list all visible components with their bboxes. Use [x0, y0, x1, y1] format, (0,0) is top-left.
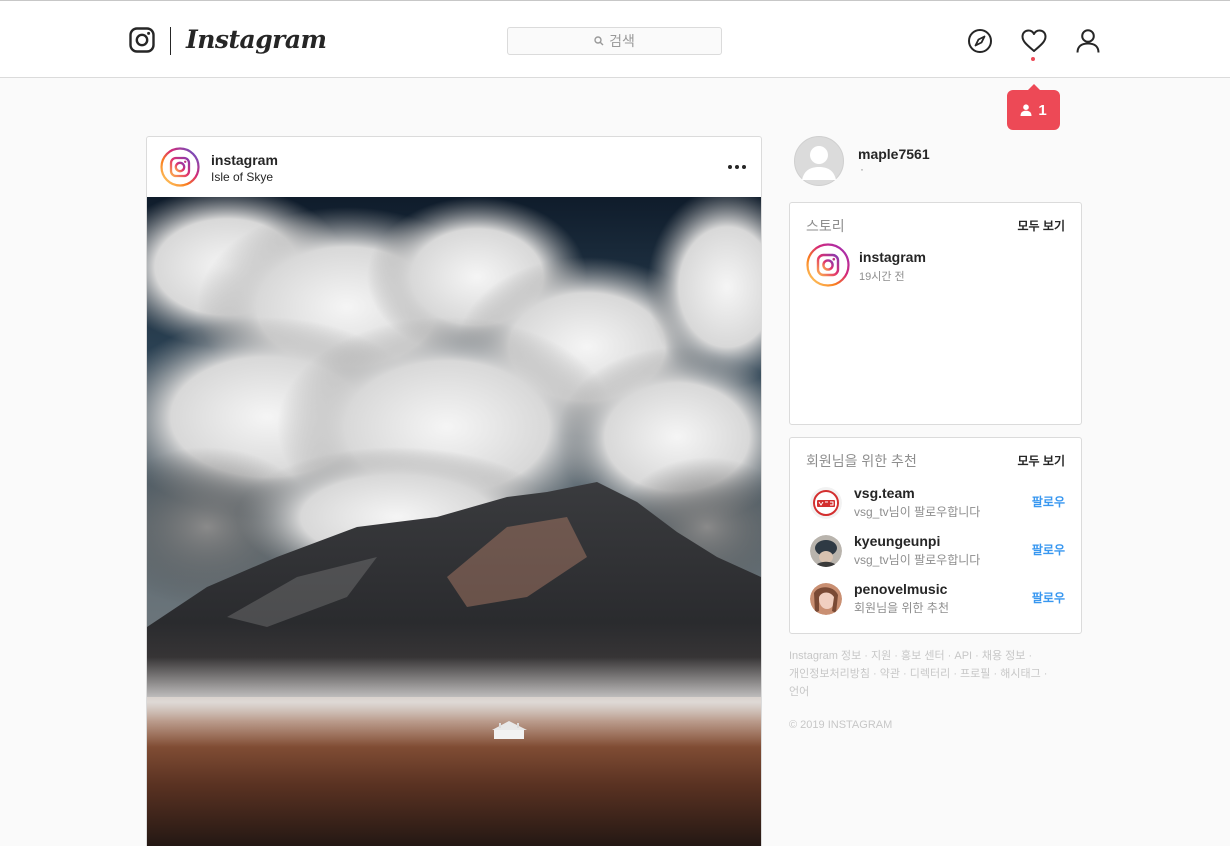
copyright: © 2019 INSTAGRAM	[789, 719, 893, 731]
suggestion-username[interactable]: kyeungeunpi	[854, 533, 940, 549]
person-icon	[1020, 104, 1032, 116]
footer-link[interactable]: 프로필	[960, 668, 990, 680]
story-username: instagram	[859, 249, 926, 265]
story-item[interactable]: instagram 19시간 전	[806, 243, 1066, 287]
stories-card: 스토리 모두 보기 instagram 19시간 전	[789, 202, 1082, 425]
stories-title: 스토리	[806, 218, 845, 234]
stories-see-all-button[interactable]: 모두 보기	[1018, 217, 1066, 234]
suggestion-reason: 회원님을 위한 추천	[854, 601, 949, 615]
footer-link[interactable]: Instagram 정보	[789, 650, 861, 662]
footer-link[interactable]: API	[954, 650, 972, 662]
post-location[interactable]: Isle of Skye	[211, 170, 273, 184]
my-profile-avatar[interactable]	[794, 136, 844, 186]
footer-links: Instagram 정보 · 지원 · 홍보 센터 · API · 채용 정보 …	[789, 650, 1048, 698]
suggestion-username[interactable]: vsg.team	[854, 485, 915, 501]
logo-divider	[170, 27, 171, 55]
follow-button[interactable]: 팔로우	[1032, 541, 1065, 558]
suggestion-reason: vsg_tv님이 팔로우합니다	[854, 505, 981, 519]
suggestion-username[interactable]: penovelmusic	[854, 581, 947, 597]
more-options-button[interactable]	[725, 159, 749, 175]
dot	[742, 165, 746, 169]
follow-button[interactable]: 팔로우	[1032, 589, 1065, 606]
story-avatar[interactable]	[806, 243, 850, 287]
footer-link[interactable]: 개인정보처리방침	[789, 668, 870, 680]
explore-compass-icon[interactable]	[967, 28, 993, 54]
profile-user-icon[interactable]	[1075, 28, 1101, 54]
footer-link[interactable]: 약관	[880, 668, 900, 680]
top-nav: Instagram 검색	[0, 0, 1230, 78]
suggestions-card: 회원님을 위한 추천 모두 보기 vsg.team vsg_tv님이 팔로우합니…	[789, 437, 1082, 634]
footer-link[interactable]: 지원	[871, 650, 891, 662]
instagram-camera-icon[interactable]	[129, 27, 155, 53]
suggestion-reason: vsg_tv님이 팔로우합니다	[854, 553, 981, 567]
footer-link[interactable]: 채용 정보	[982, 650, 1026, 662]
post-photo-mountain-clouds[interactable]	[147, 197, 761, 846]
dot	[728, 165, 732, 169]
instagram-wordmark[interactable]: Instagram	[186, 25, 327, 54]
footer-link[interactable]: 해시태그	[1000, 668, 1040, 680]
my-subtitle: ·	[860, 162, 864, 176]
penovelmusic-avatar[interactable]	[810, 583, 842, 615]
kyeungeunpi-avatar[interactable]	[810, 535, 842, 567]
search-input[interactable]: 검색	[507, 27, 722, 55]
notification-dot	[1031, 57, 1035, 61]
post-header: instagram Isle of Skye	[147, 137, 761, 197]
follow-button[interactable]: 팔로우	[1032, 493, 1065, 510]
post-author-username[interactable]: instagram	[211, 152, 278, 168]
suggestion-item: vsg.team vsg_tv님이 팔로우합니다 팔로우	[810, 485, 1068, 521]
suggestion-item: kyeungeunpi vsg_tv님이 팔로우합니다 팔로우	[810, 533, 1068, 569]
footer-link[interactable]: 디렉터리	[910, 668, 950, 680]
notification-count: 1	[1038, 101, 1047, 119]
my-username[interactable]: maple7561	[858, 146, 930, 162]
story-time: 19시간 전	[859, 271, 905, 283]
suggestions-see-all-button[interactable]: 모두 보기	[1018, 452, 1066, 469]
search-icon	[594, 36, 604, 46]
suggestions-title: 회원님을 위한 추천	[806, 453, 917, 469]
activity-heart-icon[interactable]	[1021, 28, 1047, 54]
follower-notification-tooltip[interactable]: 1	[1007, 84, 1060, 130]
dot	[735, 165, 739, 169]
vsg-team-avatar[interactable]	[810, 487, 842, 519]
search-placeholder: 검색	[609, 33, 635, 49]
footer-link[interactable]: 언어	[789, 686, 809, 698]
footer-link[interactable]: 홍보 센터	[901, 650, 945, 662]
suggestion-item: penovelmusic 회원님을 위한 추천 팔로우	[810, 581, 1068, 617]
post-author-avatar[interactable]	[160, 147, 200, 187]
feed-post: instagram Isle of Skye	[146, 136, 762, 846]
